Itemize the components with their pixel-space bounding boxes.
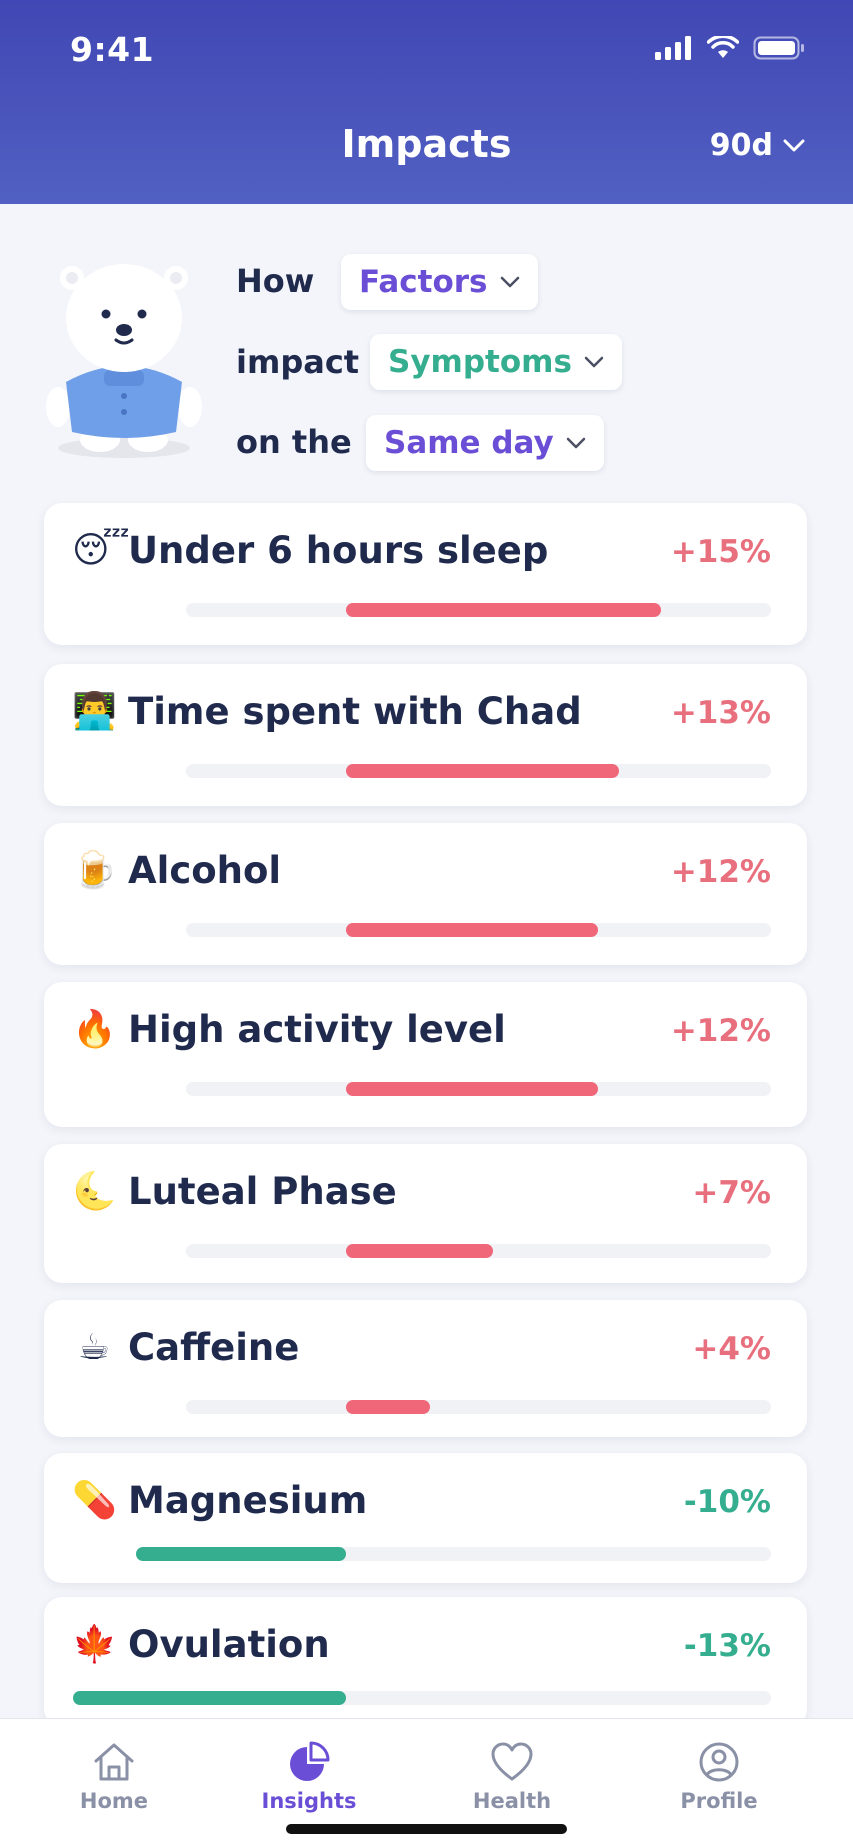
status-icons bbox=[655, 36, 805, 60]
impact-card[interactable]: ☕ Caffeine +4% bbox=[44, 1300, 807, 1437]
status-time: 9:41 bbox=[70, 30, 155, 69]
polar-bear-mascot-icon bbox=[46, 264, 202, 458]
impact-label: Caffeine bbox=[128, 1326, 300, 1369]
impact-bar-fill bbox=[346, 764, 619, 778]
impact-bar-fill bbox=[346, 1244, 493, 1258]
tab-health-label: Health bbox=[472, 1789, 552, 1813]
impact-percent: -13% bbox=[683, 1628, 771, 1664]
impact-label: Under 6 hours sleep bbox=[128, 529, 549, 572]
impact-bar-fill bbox=[346, 1082, 598, 1096]
impact-label: Magnesium bbox=[128, 1479, 368, 1522]
impacts-screen: 9:41 Impacts 90d How Factors impact Symp… bbox=[0, 0, 853, 1844]
timing-dropdown-label: Same day bbox=[384, 425, 554, 461]
impact-label: High activity level bbox=[128, 1008, 506, 1051]
impact-card[interactable]: 🌜 Luteal Phase +7% bbox=[44, 1144, 807, 1283]
query-word-on-the: on the bbox=[236, 423, 352, 461]
impact-bar-track bbox=[186, 1244, 771, 1258]
tab-insights-label: Insights bbox=[261, 1789, 357, 1813]
impact-bar-fill bbox=[346, 923, 598, 937]
impact-label: Ovulation bbox=[128, 1623, 330, 1666]
impact-card[interactable]: 💊 Magnesium -10% bbox=[44, 1453, 807, 1583]
impact-label: Time spent with Chad bbox=[128, 690, 582, 733]
impact-bar-track bbox=[73, 1691, 771, 1705]
impact-percent: +12% bbox=[670, 1013, 771, 1049]
impact-bar-track bbox=[186, 923, 771, 937]
range-selector[interactable]: 90d bbox=[710, 128, 805, 163]
timing-dropdown[interactable]: Same day bbox=[366, 415, 604, 471]
chevron-down-icon bbox=[566, 437, 585, 449]
battery-icon bbox=[753, 36, 804, 60]
fire-icon: 🔥 bbox=[72, 1009, 117, 1050]
signal-icon bbox=[655, 36, 691, 60]
impact-card[interactable]: 👨‍💻 Time spent with Chad +13% bbox=[44, 664, 807, 806]
chevron-down-icon bbox=[783, 139, 805, 151]
moon-face-icon: 🌜 bbox=[72, 1171, 117, 1212]
home-indicator bbox=[286, 1824, 567, 1834]
chevron-down-icon bbox=[500, 276, 519, 288]
impact-percent: +7% bbox=[692, 1175, 771, 1211]
impact-percent: +12% bbox=[670, 854, 771, 890]
tab-health[interactable]: Health bbox=[452, 1741, 572, 1813]
impact-percent: -10% bbox=[683, 1484, 771, 1520]
impact-label: Luteal Phase bbox=[128, 1170, 397, 1213]
coffee-cup-icon: ☕ bbox=[77, 1327, 111, 1368]
tab-profile[interactable]: Profile bbox=[659, 1741, 779, 1813]
impact-bar-fill bbox=[73, 1691, 346, 1705]
beer-mug-icon: 🍺 bbox=[72, 850, 117, 891]
impact-bar-track bbox=[186, 1400, 771, 1414]
heart-icon bbox=[491, 1742, 533, 1781]
impact-bar-track bbox=[186, 764, 771, 778]
sleeping-face-icon: 😴 bbox=[72, 530, 130, 571]
symptoms-dropdown-label: Symptoms bbox=[388, 344, 572, 380]
impact-bar-fill bbox=[136, 1547, 346, 1561]
chevron-down-icon bbox=[584, 356, 604, 368]
tab-insights[interactable]: Insights bbox=[249, 1741, 369, 1813]
impact-bar-fill bbox=[346, 1400, 430, 1414]
home-icon bbox=[94, 1743, 134, 1781]
maple-leaf-icon: 🍁 bbox=[72, 1624, 117, 1665]
impact-percent: +15% bbox=[670, 534, 771, 570]
impact-bar-track bbox=[186, 603, 771, 617]
wifi-icon bbox=[707, 36, 739, 58]
impact-bar-fill bbox=[346, 603, 661, 617]
impact-bar-track bbox=[136, 1547, 771, 1561]
pill-icon: 💊 bbox=[72, 1480, 117, 1521]
impact-card[interactable]: 🔥 High activity level +12% bbox=[44, 982, 807, 1127]
tab-profile-label: Profile bbox=[680, 1789, 758, 1813]
symptoms-dropdown[interactable]: Symptoms bbox=[370, 334, 622, 390]
impact-percent: +13% bbox=[670, 695, 771, 731]
impact-bar-track bbox=[186, 1082, 771, 1096]
range-label: 90d bbox=[709, 128, 773, 163]
impact-card[interactable]: 😴 Under 6 hours sleep +15% bbox=[44, 503, 807, 645]
query-word-impact: impact bbox=[236, 343, 360, 381]
impact-label: Alcohol bbox=[128, 849, 282, 892]
pie-chart-icon bbox=[290, 1741, 330, 1781]
tab-home[interactable]: Home bbox=[54, 1741, 174, 1813]
factors-dropdown-label: Factors bbox=[359, 264, 488, 300]
profile-icon bbox=[699, 1742, 739, 1782]
person-at-laptop-icon: 👨‍💻 bbox=[72, 691, 117, 732]
impact-card[interactable]: 🍁 Ovulation -13% bbox=[44, 1597, 807, 1727]
query-word-how: How bbox=[236, 262, 315, 300]
impact-percent: +4% bbox=[692, 1331, 771, 1367]
tab-home-label: Home bbox=[79, 1789, 149, 1813]
impact-card[interactable]: 🍺 Alcohol +12% bbox=[44, 823, 807, 965]
header-bar: 9:41 Impacts 90d bbox=[0, 0, 853, 204]
factors-dropdown[interactable]: Factors bbox=[341, 254, 538, 310]
